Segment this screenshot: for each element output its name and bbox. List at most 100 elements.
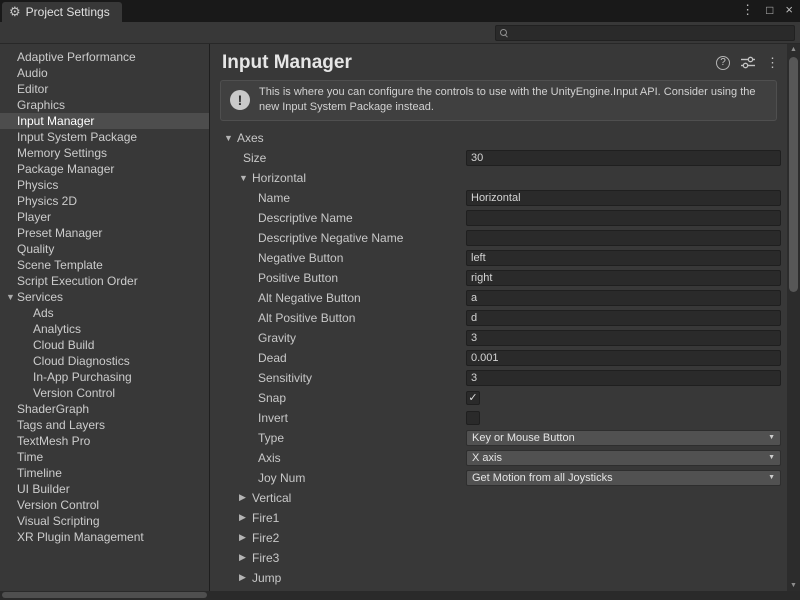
property-label: ▶Vertical [224, 491, 466, 505]
sidebar-item[interactable]: Audio [0, 65, 209, 81]
sidebar-item[interactable]: Version Control [0, 497, 209, 513]
presets-icon[interactable] [741, 56, 755, 69]
sidebar-item[interactable]: In-App Purchasing [0, 369, 209, 385]
sidebar-item[interactable]: Input Manager [0, 113, 209, 129]
sidebar-item-label: TextMesh Pro [17, 434, 90, 448]
sidebar-item[interactable]: Cloud Build [0, 337, 209, 353]
text-field[interactable] [466, 330, 781, 346]
foldout-closed-icon[interactable]: ▶ [239, 492, 252, 503]
sidebar-item[interactable]: Physics [0, 177, 209, 193]
property-field [466, 270, 781, 286]
vertical-scrollbar-thumb[interactable] [789, 57, 798, 292]
chevron-down-icon: ▼ [768, 474, 775, 481]
text-field[interactable] [466, 350, 781, 366]
search-input[interactable] [512, 27, 790, 39]
property-row: Gravity [224, 328, 787, 348]
sidebar-item[interactable]: Adaptive Performance [0, 49, 209, 65]
sidebar-item[interactable]: Time [0, 449, 209, 465]
sidebar-item[interactable]: Preset Manager [0, 225, 209, 241]
property-row: Snap✓ [224, 388, 787, 408]
property-field [466, 230, 781, 246]
text-field[interactable] [466, 190, 781, 206]
sidebar-item[interactable]: Analytics [0, 321, 209, 337]
text-field[interactable] [466, 370, 781, 386]
sidebar-item[interactable]: Memory Settings [0, 145, 209, 161]
sidebar-item[interactable]: Cloud Diagnostics [0, 353, 209, 369]
foldout-open-icon[interactable]: ▼ [224, 133, 237, 143]
close-icon[interactable]: × [785, 3, 793, 17]
sidebar-item[interactable]: ▼Services [0, 289, 209, 305]
foldout-open-icon[interactable]: ▼ [239, 173, 252, 183]
sidebar-item[interactable]: Scene Template [0, 257, 209, 273]
horizontal-scrollbar[interactable] [0, 591, 800, 600]
search-box[interactable] [495, 25, 795, 41]
text-field[interactable] [466, 150, 781, 166]
dropdown[interactable]: Key or Mouse Button▼ [466, 430, 781, 446]
property-label: ▼Axes [224, 131, 466, 145]
property-row: AxisX axis▼ [224, 448, 787, 468]
dropdown[interactable]: Get Motion from all Joysticks▼ [466, 470, 781, 486]
sidebar-item[interactable]: Editor [0, 81, 209, 97]
sidebar-item[interactable]: Version Control [0, 385, 209, 401]
property-field [466, 411, 781, 425]
scroll-down-icon[interactable]: ▼ [787, 582, 800, 589]
info-text: This is where you can configure the cont… [259, 85, 767, 116]
help-icon[interactable]: ? [716, 56, 730, 70]
property-field [466, 150, 781, 166]
scroll-up-icon[interactable]: ▲ [787, 46, 800, 53]
page-title: Input Manager [222, 52, 716, 73]
sidebar-item[interactable]: Package Manager [0, 161, 209, 177]
property-label: ▶Fire3 [224, 551, 466, 565]
foldout-open-icon[interactable]: ▼ [4, 292, 17, 302]
foldout-closed-icon[interactable]: ▶ [239, 532, 252, 543]
foldout-closed-icon[interactable]: ▶ [239, 572, 252, 583]
property-row: Dead [224, 348, 787, 368]
property-label: Alt Positive Button [224, 311, 466, 325]
property-label: Invert [224, 411, 466, 425]
horizontal-scrollbar-thumb[interactable] [2, 592, 207, 598]
sidebar-item[interactable]: Graphics [0, 97, 209, 113]
checkbox[interactable] [466, 411, 480, 425]
window-menu-icon[interactable]: ⋮ [741, 3, 754, 17]
text-field[interactable] [466, 250, 781, 266]
sidebar-item[interactable]: Player [0, 209, 209, 225]
sidebar-item[interactable]: ShaderGraph [0, 401, 209, 417]
property-label-text: Vertical [252, 491, 291, 505]
text-field[interactable] [466, 210, 781, 226]
text-field[interactable] [466, 310, 781, 326]
tab-project-settings[interactable]: ⚙ Project Settings [2, 2, 122, 22]
dropdown[interactable]: X axis▼ [466, 450, 781, 466]
sidebar-item[interactable]: XR Plugin Management [0, 529, 209, 545]
sidebar-item[interactable]: Script Execution Order [0, 273, 209, 289]
sidebar-item-label: Time [17, 450, 43, 464]
checkbox[interactable]: ✓ [466, 391, 480, 405]
property-label: Alt Negative Button [224, 291, 466, 305]
sidebar-item[interactable]: Quality [0, 241, 209, 257]
sidebar-item[interactable]: UI Builder [0, 481, 209, 497]
property-row: Invert [224, 408, 787, 428]
sidebar-item[interactable]: Input System Package [0, 129, 209, 145]
property-label-text: Sensitivity [258, 371, 312, 385]
property-row: Joy NumGet Motion from all Joysticks▼ [224, 468, 787, 488]
foldout-closed-icon[interactable]: ▶ [239, 552, 252, 563]
sidebar-item-label: Ads [33, 306, 54, 320]
panel-menu-icon[interactable]: ⋮ [766, 55, 779, 71]
sidebar-item[interactable]: TextMesh Pro [0, 433, 209, 449]
foldout-closed-icon[interactable]: ▶ [239, 512, 252, 523]
sidebar-item[interactable]: Physics 2D [0, 193, 209, 209]
property-label: Sensitivity [224, 371, 466, 385]
text-field[interactable] [466, 230, 781, 246]
maximize-icon[interactable]: □ [766, 3, 773, 17]
sidebar-item[interactable]: Tags and Layers [0, 417, 209, 433]
vertical-scrollbar[interactable]: ▲ ▼ [787, 44, 800, 591]
text-field[interactable] [466, 290, 781, 306]
property-label-text: Fire3 [252, 551, 279, 565]
sidebar-item-label: Graphics [17, 98, 65, 112]
sidebar-item[interactable]: Ads [0, 305, 209, 321]
text-field[interactable] [466, 270, 781, 286]
property-label-text: Alt Negative Button [258, 291, 361, 305]
property-label: Type [224, 431, 466, 445]
sidebar-item[interactable]: Timeline [0, 465, 209, 481]
sidebar-item-label: Visual Scripting [17, 514, 100, 528]
sidebar-item[interactable]: Visual Scripting [0, 513, 209, 529]
